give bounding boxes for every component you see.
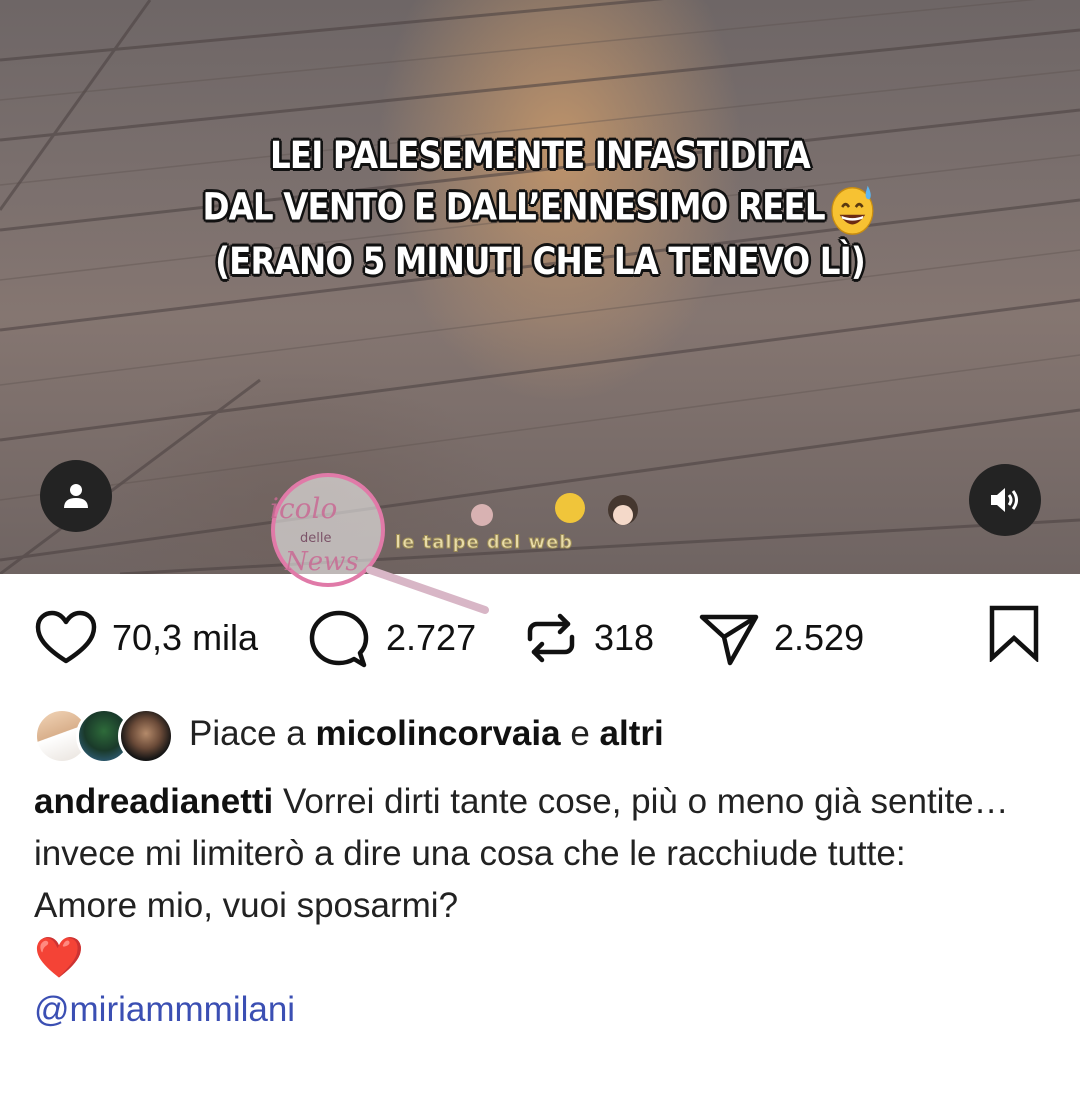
video-text-overlay: LEI PALESEMENTE INFASTIDITA DAL VENTO E …	[0, 132, 1080, 286]
liked-by-username[interactable]: micolincorvaia	[315, 714, 560, 753]
sound-toggle-button[interactable]	[969, 464, 1041, 536]
caption-paragraph: andreadianetti Vorrei dirti tante cose, …	[34, 776, 1044, 880]
person-icon	[64, 484, 88, 508]
grinning-sweat-emoji-icon	[830, 185, 874, 235]
liked-by-row[interactable]: Piace a micolincorvaia e altri	[34, 704, 664, 764]
overlay-line-3: (ERANO 5 MINUTI CHE LA TENEVO LÌ)	[215, 240, 866, 283]
overlay-line-2: DAL VENTO E DALL’ENNESIMO REEL	[65, 180, 1015, 238]
liked-by-avatars	[34, 705, 174, 764]
red-heart-emoji-icon: ❤️	[34, 936, 84, 980]
liked-by-others[interactable]: altri	[600, 714, 664, 753]
like-button[interactable]: 70,3 mila	[34, 598, 258, 678]
comment-count: 2.727	[386, 617, 477, 658]
mention-link[interactable]: @miriammmilani	[34, 984, 1044, 1036]
overlay-line-1: LEI PALESEMENTE INFASTIDITA	[270, 134, 811, 177]
share-count: 2.529	[774, 617, 865, 658]
comment-bubble-icon	[309, 610, 369, 668]
comment-button[interactable]: 2.727	[308, 598, 476, 678]
liked-by-text: Piace a micolincorvaia e altri	[189, 714, 664, 753]
caption-question: Amore mio, vuoi sposarmi?	[34, 886, 459, 925]
heart-icon	[35, 610, 97, 664]
watermark-text: le talpe del web	[394, 532, 574, 554]
repost-button[interactable]: 318	[522, 598, 654, 678]
post-media[interactable]: LEI PALESEMENTE INFASTIDITA DAL VENTO E …	[0, 0, 1080, 574]
repost-count: 318	[594, 617, 655, 658]
share-button[interactable]: 2.529	[698, 598, 864, 678]
tagged-people-button[interactable]	[40, 460, 112, 532]
speaker-icon	[991, 488, 1018, 512]
avatar	[118, 708, 174, 764]
repost-icon	[527, 613, 575, 663]
action-bar: 70,3 mila 2.727 318 2.529	[0, 598, 1080, 678]
send-icon	[699, 614, 759, 666]
save-button[interactable]	[988, 604, 1040, 667]
author-username[interactable]: andreadianetti	[34, 782, 273, 821]
like-count: 70,3 mila	[112, 617, 259, 658]
bookmark-icon	[989, 605, 1039, 664]
wooden-deck-background	[0, 0, 1080, 574]
post-caption: andreadianetti Vorrei dirti tante cose, …	[34, 776, 1044, 1036]
